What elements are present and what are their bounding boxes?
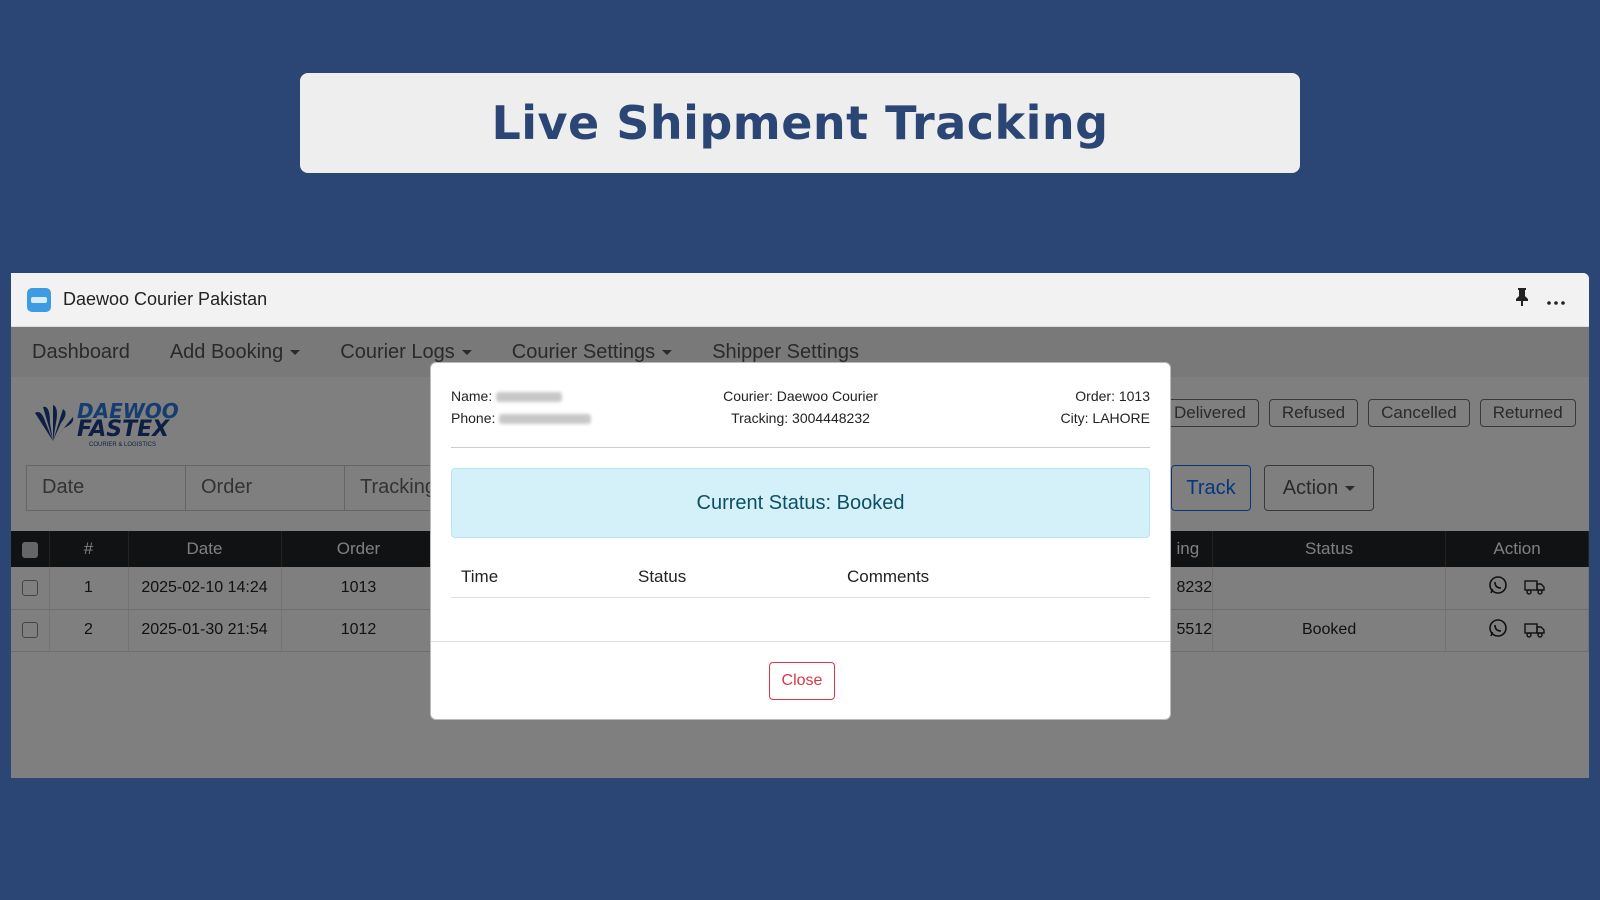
window-titlebar: Daewoo Courier Pakistan xyxy=(11,273,1589,327)
pin-icon[interactable] xyxy=(1505,288,1539,311)
courier-name: Courier: Daewoo Courier xyxy=(723,388,878,404)
shipment-details: Name: Courier: Daewoo Courier Order: 101… xyxy=(451,385,1150,431)
order-number: Order: 1013 xyxy=(1075,388,1150,404)
app-logo-icon xyxy=(27,287,51,312)
history-header-row: Time Status Comments xyxy=(451,559,1150,598)
window-title: Daewoo Courier Pakistan xyxy=(63,289,268,309)
redacted-name xyxy=(496,392,563,403)
hero-title: Live Shipment Tracking xyxy=(491,96,1109,150)
customer-phone: Phone: xyxy=(451,407,684,429)
name-label: Name: xyxy=(451,388,493,404)
history-col-status: Status xyxy=(638,567,687,586)
modal-footer-divider xyxy=(431,641,1170,642)
close-button[interactable]: Close xyxy=(769,662,835,700)
hero-banner: Live Shipment Tracking xyxy=(300,73,1300,173)
tracking-number: Tracking: 3004448232 xyxy=(731,410,870,426)
history-col-time: Time xyxy=(461,567,499,586)
history-col-comments: Comments xyxy=(847,567,930,586)
tracking-history-table: Time Status Comments xyxy=(451,559,1150,598)
tracking-modal: Name: Courier: Daewoo Courier Order: 101… xyxy=(430,362,1171,720)
destination-city: City: LAHORE xyxy=(1060,410,1150,426)
customer-name: Name: xyxy=(451,385,684,407)
phone-label: Phone: xyxy=(451,410,496,426)
more-icon[interactable] xyxy=(1539,289,1573,310)
current-status-alert: Current Status: Booked xyxy=(451,468,1150,538)
redacted-phone xyxy=(499,414,592,425)
modal-divider xyxy=(451,447,1150,448)
